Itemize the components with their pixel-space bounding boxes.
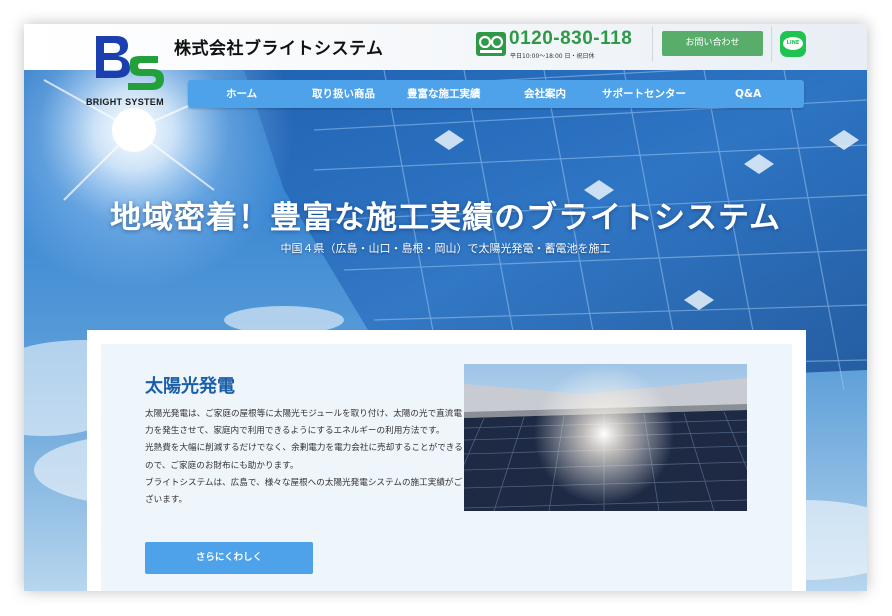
solar-section-inner: 太陽光発電 太陽光発電は、ご家庭の屋根等に太陽光モジュールを取り付け、太陽の光で… <box>101 344 792 591</box>
nav-item-qa[interactable]: Q&A <box>735 80 761 108</box>
company-name[interactable]: 株式会社ブライトシステム <box>174 34 384 59</box>
hero-subtitle: 中国４県（広島・山口・島根・岡山）で太陽光発電・蓄電池を施工 <box>280 242 611 255</box>
read-more-button[interactable]: さらにくわしく <box>145 542 313 574</box>
nav-item-company[interactable]: 会社案内 <box>524 80 566 108</box>
phone-number[interactable]: 0120-830-118 <box>509 28 632 50</box>
hero-title: 地域密着！豊富な施工実績のブライトシステム <box>109 200 782 236</box>
divider <box>771 26 772 62</box>
solar-array-photo <box>464 364 747 511</box>
line-label: LINE <box>783 37 803 50</box>
main-nav: ホーム 取り扱い商品 豊富な施工実績 会社案内 サポートセンター Q&A <box>188 80 804 108</box>
body-paragraph: 太陽光発電は、ご家庭の屋根等に太陽光モジュールを取り付け、太陽の光で直流電力を発… <box>145 409 462 437</box>
nav-item-works[interactable]: 豊富な施工実績 <box>407 80 481 108</box>
logo-text: BRIGHT SYSTEM <box>86 97 164 107</box>
solar-section-card: 太陽光発電 太陽光発電は、ご家庭の屋根等に太陽光モジュールを取り付け、太陽の光で… <box>87 330 806 591</box>
hero-banner: ホーム 取り扱い商品 豊富な施工実績 会社案内 サポートセンター Q&A 地域密… <box>24 70 867 591</box>
line-icon[interactable]: LINE <box>780 31 806 57</box>
contact-button[interactable]: お問い合わせ <box>662 31 763 56</box>
section-body: 太陽光発電は、ご家庭の屋根等に太陽光モジュールを取り付け、太陽の光で直流電力を発… <box>145 406 463 509</box>
divider <box>652 26 653 62</box>
body-paragraph: 光熱費を大幅に削減するだけでなく、余剰電力を電力会社に売却することができるので、… <box>145 443 463 471</box>
phone-contact[interactable]: 0120-830-118 平日10:00〜18:00 日・祝日休 <box>476 28 646 62</box>
body-paragraph: ブライトシステムは、広島で、様々な屋根への太陽光発電システムの施工実績がございま… <box>145 477 463 506</box>
nav-item-support[interactable]: サポートセンター <box>602 80 686 108</box>
nav-item-products[interactable]: 取り扱い商品 <box>312 80 375 108</box>
phone-hours: 平日10:00〜18:00 日・祝日休 <box>510 53 595 60</box>
nav-item-home[interactable]: ホーム <box>226 80 257 108</box>
freedial-icon <box>476 32 506 56</box>
section-title: 太陽光発電 <box>145 376 235 397</box>
browser-viewport: 株式会社ブライトシステム 0120-830-118 平日10:00〜18:00 … <box>24 24 867 591</box>
